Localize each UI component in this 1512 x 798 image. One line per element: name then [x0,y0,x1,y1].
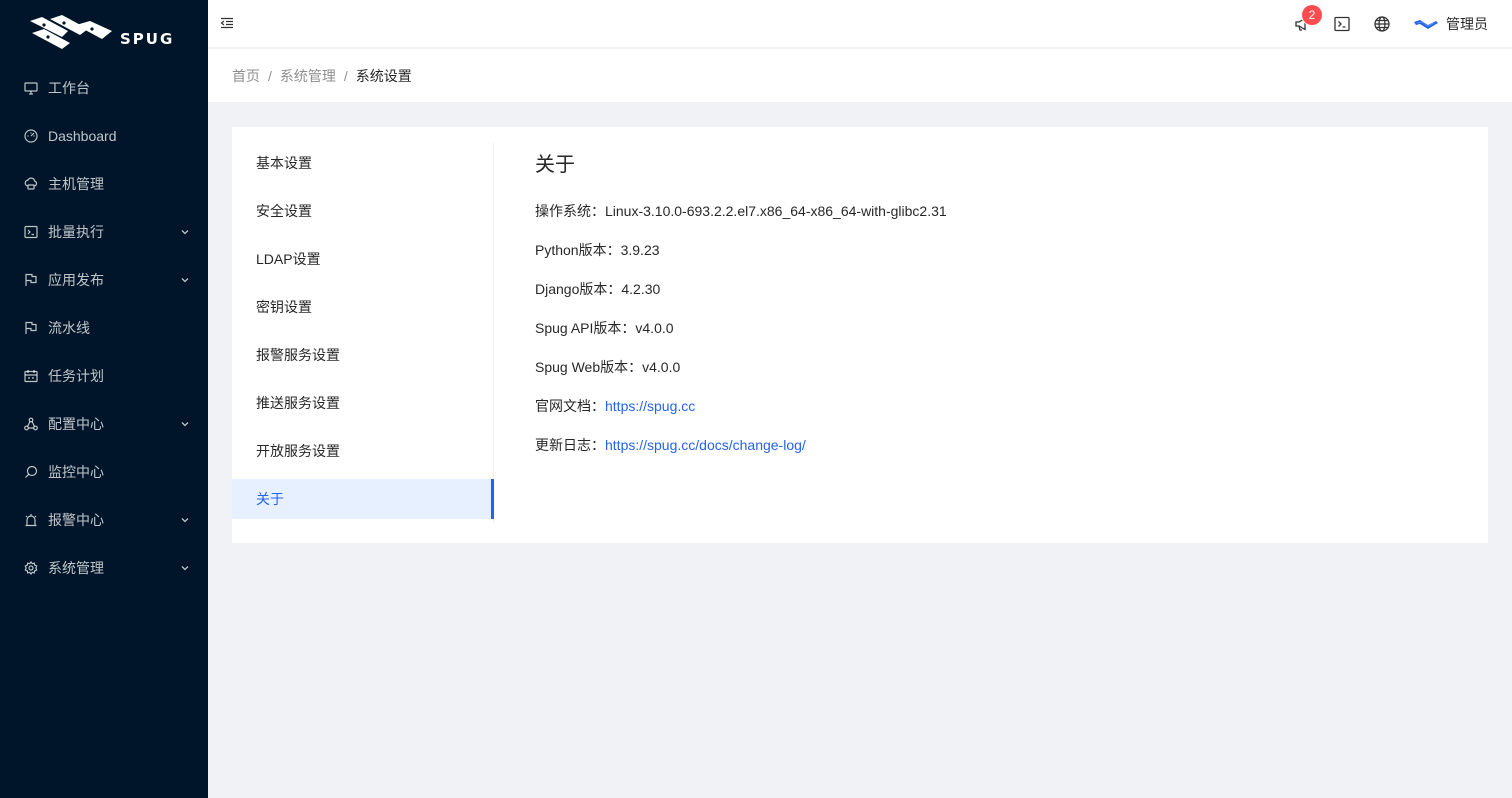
settings-nav-alarm-service[interactable]: 报警服务设置 [232,335,493,375]
breadcrumb-system[interactable]: 系统管理 [280,66,336,86]
deployment-unit-icon [24,417,38,431]
sidebar-item-alarm[interactable]: 报警中心 [0,496,208,544]
sidebar-item-config-center[interactable]: 配置中心 [0,400,208,448]
changelog-label: 更新日志： [535,437,605,453]
os-label: 操作系统： [535,203,605,219]
flag-icon [24,321,38,335]
logo[interactable]: SPUG [0,0,208,64]
desktop-icon [24,81,38,95]
sidebar-item-label: 工作台 [48,80,90,96]
chevron-down-icon [180,563,190,573]
notification-badge: 2 [1302,5,1322,25]
sidebar-item-label: 任务计划 [48,368,104,384]
breadcrumb-home[interactable]: 首页 [232,66,260,86]
web-label: Spug Web版本： [535,359,643,375]
chevron-down-icon [180,275,190,285]
sidebar-item-monitor[interactable]: 监控中心 [0,448,208,496]
settings-nav: 基本设置 安全设置 LDAP设置 密钥设置 报警服务设置 推送服务设置 开放服务… [232,143,494,523]
notification-icon[interactable]: 2 [1294,5,1322,32]
sidebar-item-label: Dashboard [48,128,117,144]
sidebar-item-app-release[interactable]: 应用发布 [0,256,208,304]
cloud-server-icon [24,177,38,191]
sidebar-item-schedule[interactable]: 任务计划 [0,352,208,400]
breadcrumb-current: 系统设置 [355,67,412,84]
dashboard-icon [24,129,38,143]
changelog-row: 更新日志：https://spug.cc/docs/change-log/ [535,434,947,473]
menu-fold-icon[interactable] [220,16,234,30]
sidebar-item-pipeline[interactable]: 流水线 [0,304,208,352]
about-panel: 关于 操作系统：Linux-3.10.0-693.2.2.el7.x86_64-… [535,151,947,473]
brand-name: SPUG [120,30,175,48]
docs-label: 官网文档： [535,398,605,414]
main-menu: 工作台 Dashboard 主机管理 批量执行 应用发布 流水线 任务计划 配置… [0,64,208,592]
docs-link[interactable]: https://spug.cc [605,398,695,414]
user-menu[interactable]: 管理员 [1414,14,1488,34]
sidebar-item-label: 应用发布 [48,272,104,288]
sidebar-item-workbench[interactable]: 工作台 [0,64,208,112]
web-version-row: Spug Web版本：v4.0.0 [535,356,947,395]
docs-row: 官网文档：https://spug.cc [535,395,947,434]
sidebar-item-label: 批量执行 [48,224,104,240]
user-name: 管理员 [1446,16,1488,32]
python-label: Python版本： [535,242,621,258]
spug-logo-icon [30,15,112,49]
alert-icon [24,513,38,527]
top-header: 2 管理员 [208,0,1512,48]
avatar [1414,20,1438,29]
django-value: 4.2.30 [621,281,661,297]
sidebar-item-label: 主机管理 [48,176,104,192]
api-value: v4.0.0 [635,320,674,336]
sidebar-item-label: 配置中心 [48,416,104,432]
breadcrumb: 首页 / 系统管理 / 系统设置 [208,49,1512,102]
schedule-icon [24,369,38,383]
sidebar-item-label: 流水线 [48,320,90,336]
terminal-icon[interactable] [1334,16,1350,32]
changelog-link[interactable]: https://spug.cc/docs/change-log/ [605,437,806,453]
setting-icon [24,561,38,575]
sidebar-item-dashboard[interactable]: Dashboard [0,112,208,160]
breadcrumb-separator: / [343,67,348,84]
api-label: Spug API版本： [535,320,636,336]
settings-nav-open-service[interactable]: 开放服务设置 [232,431,493,471]
settings-nav-about[interactable]: 关于 [232,479,494,519]
chevron-down-icon [180,227,190,237]
os-value: Linux-3.10.0-693.2.2.el7.x86_64-x86_64-w… [605,203,947,219]
sidebar-item-system[interactable]: 系统管理 [0,544,208,592]
web-value: v4.0.0 [642,359,681,375]
header-actions: 2 管理员 [1270,0,1488,48]
settings-nav-basic[interactable]: 基本设置 [232,143,493,183]
django-version-row: Django版本：4.2.30 [535,278,947,317]
python-version-row: Python版本：3.9.23 [535,239,947,278]
django-label: Django版本： [535,281,622,297]
sidebar-item-label: 监控中心 [48,464,104,480]
monitor-icon [24,465,38,479]
settings-nav-push-service[interactable]: 推送服务设置 [232,383,493,423]
sidebar-item-label: 系统管理 [48,560,104,576]
settings-nav-security[interactable]: 安全设置 [232,191,493,231]
settings-nav-keys[interactable]: 密钥设置 [232,287,493,327]
sidebar: SPUG 工作台 Dashboard 主机管理 批量执行 应用发布 流水线 任务… [0,0,208,798]
breadcrumb-separator: / [268,67,272,84]
chevron-down-icon [180,515,190,525]
settings-card: 基本设置 安全设置 LDAP设置 密钥设置 报警服务设置 推送服务设置 开放服务… [232,127,1488,543]
sidebar-item-batch-exec[interactable]: 批量执行 [0,208,208,256]
sidebar-item-label: 报警中心 [48,512,104,528]
sidebar-item-hosts[interactable]: 主机管理 [0,160,208,208]
globe-icon[interactable] [1374,16,1390,32]
chevron-down-icon [180,419,190,429]
code-icon [24,225,38,239]
os-row: 操作系统：Linux-3.10.0-693.2.2.el7.x86_64-x86… [535,200,947,239]
settings-nav-ldap[interactable]: LDAP设置 [232,239,493,279]
about-title: 关于 [535,154,575,176]
python-value: 3.9.23 [620,242,660,258]
api-version-row: Spug API版本：v4.0.0 [535,317,947,356]
flag-icon [24,273,38,287]
